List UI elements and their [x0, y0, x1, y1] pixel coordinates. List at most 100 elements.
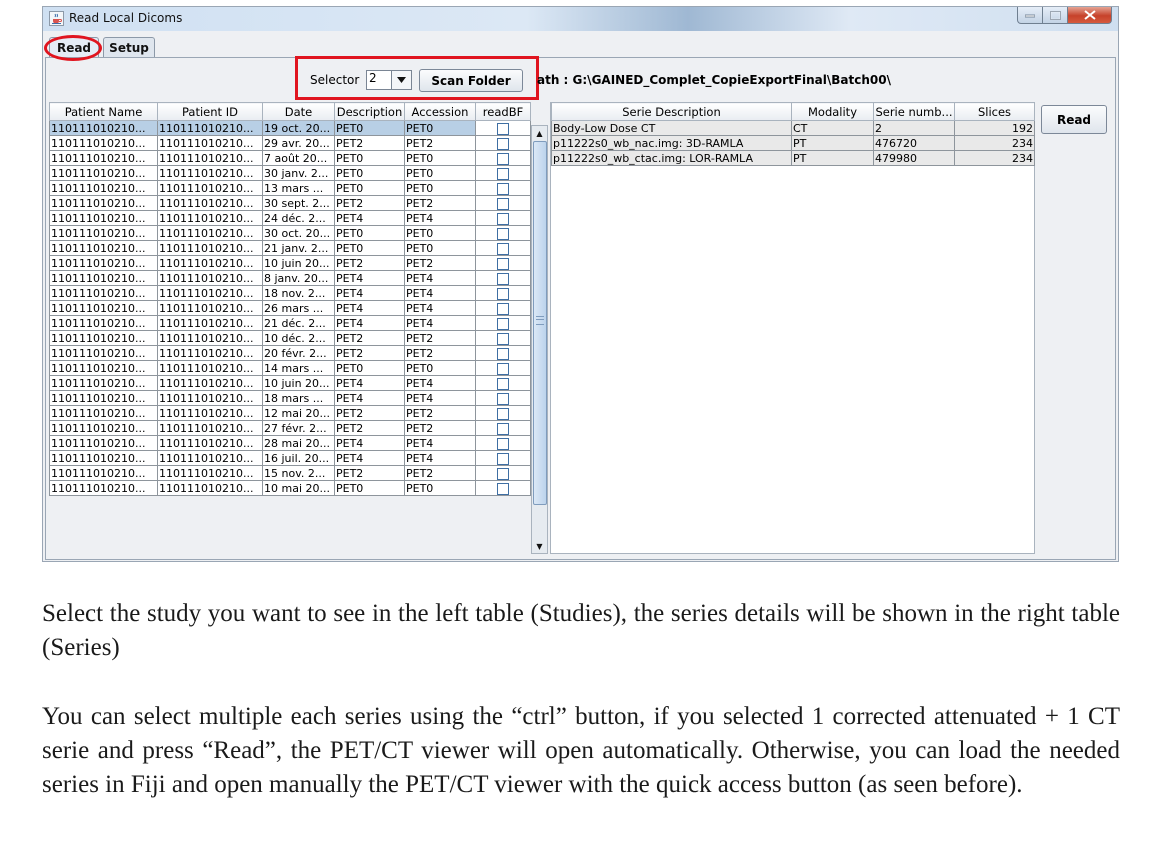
study-cell: PET2: [334, 465, 405, 481]
readbf-checkbox[interactable]: [497, 242, 509, 255]
study-cell: 110111010210...: [49, 435, 158, 451]
readbf-checkbox[interactable]: [497, 362, 509, 375]
readbf-checkbox[interactable]: [497, 452, 509, 465]
readbf-checkbox[interactable]: [497, 212, 509, 225]
scroll-up-arrow-icon[interactable]: ▲: [532, 126, 547, 140]
series-column-header[interactable]: Modality: [791, 102, 874, 121]
readbf-checkbox[interactable]: [497, 482, 509, 495]
study-row[interactable]: 110111010210... 110111010210... 26 mars ..…: [49, 300, 531, 316]
study-row[interactable]: 110111010210... 110111010210... 15 nov. 2.…: [49, 465, 531, 481]
readbf-checkbox[interactable]: [497, 152, 509, 165]
close-button[interactable]: [1068, 7, 1112, 24]
study-cell: PET2: [334, 255, 405, 271]
study-row[interactable]: 110111010210... 110111010210... 10 mai 20.…: [49, 480, 531, 496]
studies-column-header[interactable]: Date: [262, 102, 335, 121]
studies-column-header[interactable]: Patient Name: [49, 102, 158, 121]
tab-setup[interactable]: Setup: [103, 37, 155, 57]
study-cell: PET2: [404, 330, 476, 346]
java-cup-icon: [49, 11, 64, 26]
minimize-button[interactable]: [1017, 7, 1043, 24]
study-row[interactable]: 110111010210... 110111010210... 30 janv. 2…: [49, 165, 531, 181]
study-cell: PET2: [404, 420, 476, 436]
series-column-header[interactable]: Serie Description: [551, 102, 792, 121]
study-row[interactable]: 110111010210... 110111010210... 18 mars ..…: [49, 390, 531, 406]
readbf-checkbox[interactable]: [497, 197, 509, 210]
readbf-checkbox[interactable]: [497, 317, 509, 330]
readbf-checkbox[interactable]: [497, 377, 509, 390]
scroll-down-arrow-icon[interactable]: ▼: [532, 539, 547, 553]
title-bar[interactable]: Read Local Dicoms: [43, 7, 1118, 31]
readbf-checkbox[interactable]: [497, 167, 509, 180]
study-row[interactable]: 110111010210... 110111010210... 29 avr. 20…: [49, 135, 531, 151]
series-row[interactable]: Body-Low Dose CT CT 2 192: [551, 120, 1035, 136]
study-row[interactable]: 110111010210... 110111010210... 14 mars ..…: [49, 360, 531, 376]
studies-column-header[interactable]: Patient ID: [157, 102, 263, 121]
study-cell: 110111010210...: [157, 135, 263, 151]
study-cell: PET4: [404, 210, 476, 226]
study-cell: 21 déc. 2...: [262, 315, 335, 331]
scrollbar-thumb[interactable]: [533, 141, 547, 505]
study-row[interactable]: 110111010210... 110111010210... 28 mai 20.…: [49, 435, 531, 451]
study-row[interactable]: 110111010210... 110111010210... 10 déc. 2.…: [49, 330, 531, 346]
study-row[interactable]: 110111010210... 110111010210... 27 févr. 2…: [49, 420, 531, 436]
study-cell: PET4: [404, 450, 476, 466]
series-row[interactable]: p11222s0_wb_ctac.img: LOR-RAMLA PT 479980 2…: [551, 150, 1035, 166]
readbf-checkbox[interactable]: [497, 122, 509, 135]
series-column-header[interactable]: Serie numb...: [873, 102, 955, 121]
read-tab-highlight-ellipse: [44, 35, 102, 61]
readbf-checkbox[interactable]: [497, 347, 509, 360]
readbf-checkbox[interactable]: [497, 392, 509, 405]
study-row[interactable]: 110111010210... 110111010210... 20 févr. 2…: [49, 345, 531, 361]
study-row[interactable]: 110111010210... 110111010210... 16 juil. 2…: [49, 450, 531, 466]
readbf-checkbox[interactable]: [497, 467, 509, 480]
study-row[interactable]: 110111010210... 110111010210... 8 janv. 20…: [49, 270, 531, 286]
readbf-checkbox[interactable]: [497, 437, 509, 450]
readbf-cell: [475, 360, 531, 376]
readbf-checkbox[interactable]: [497, 302, 509, 315]
study-row[interactable]: 110111010210... 110111010210... 13 mars ..…: [49, 180, 531, 196]
study-row[interactable]: 110111010210... 110111010210... 7 août 20.…: [49, 150, 531, 166]
maximize-button[interactable]: [1043, 7, 1068, 24]
readbf-cell: [475, 180, 531, 196]
studies-column-header[interactable]: readBF: [475, 102, 531, 121]
study-row[interactable]: 110111010210... 110111010210... 30 sept. 2…: [49, 195, 531, 211]
readbf-checkbox[interactable]: [497, 332, 509, 345]
study-row[interactable]: 110111010210... 110111010210... 21 janv. 2…: [49, 240, 531, 256]
readbf-checkbox[interactable]: [497, 137, 509, 150]
studies-scrollbar[interactable]: ▲ ▼: [531, 125, 548, 554]
study-cell: 110111010210...: [157, 270, 263, 286]
study-row[interactable]: 110111010210... 110111010210... 10 juin 20…: [49, 255, 531, 271]
dropdown-arrow-icon[interactable]: [391, 71, 411, 89]
studies-column-header[interactable]: Accession: [404, 102, 476, 121]
study-row[interactable]: 110111010210... 110111010210... 12 mai 20.…: [49, 405, 531, 421]
readbf-checkbox[interactable]: [497, 287, 509, 300]
study-row[interactable]: 110111010210... 110111010210... 30 oct. 20…: [49, 225, 531, 241]
study-cell: 110111010210...: [157, 390, 263, 406]
readbf-checkbox[interactable]: [497, 422, 509, 435]
readbf-checkbox[interactable]: [497, 272, 509, 285]
study-cell: 110111010210...: [49, 345, 158, 361]
readbf-checkbox[interactable]: [497, 227, 509, 240]
series-column-header[interactable]: Slices: [954, 102, 1035, 121]
study-cell: PET0: [404, 120, 476, 136]
readbf-checkbox[interactable]: [497, 182, 509, 195]
study-cell: PET2: [404, 255, 476, 271]
readbf-checkbox[interactable]: [497, 407, 509, 420]
study-cell: 18 mars ...: [262, 390, 335, 406]
study-cell: 110111010210...: [49, 315, 158, 331]
scan-folder-button[interactable]: Scan Folder: [419, 69, 523, 92]
study-row[interactable]: 110111010210... 110111010210... 18 nov. 2.…: [49, 285, 531, 301]
study-cell: PET4: [334, 450, 405, 466]
study-row[interactable]: 110111010210... 110111010210... 19 oct. 20…: [49, 120, 531, 136]
studies-column-header[interactable]: Description: [334, 102, 405, 121]
readbf-cell: [475, 165, 531, 181]
series-row[interactable]: p11222s0_wb_nac.img: 3D-RAMLA PT 476720 234: [551, 135, 1035, 151]
study-cell: 110111010210...: [49, 420, 158, 436]
readbf-checkbox[interactable]: [497, 257, 509, 270]
study-cell: 27 févr. 2...: [262, 420, 335, 436]
study-row[interactable]: 110111010210... 110111010210... 24 déc. 2.…: [49, 210, 531, 226]
selector-dropdown[interactable]: 2: [366, 70, 412, 90]
read-button[interactable]: Read: [1041, 105, 1107, 134]
study-row[interactable]: 110111010210... 110111010210... 21 déc. 2.…: [49, 315, 531, 331]
study-row[interactable]: 110111010210... 110111010210... 10 juin 20…: [49, 375, 531, 391]
